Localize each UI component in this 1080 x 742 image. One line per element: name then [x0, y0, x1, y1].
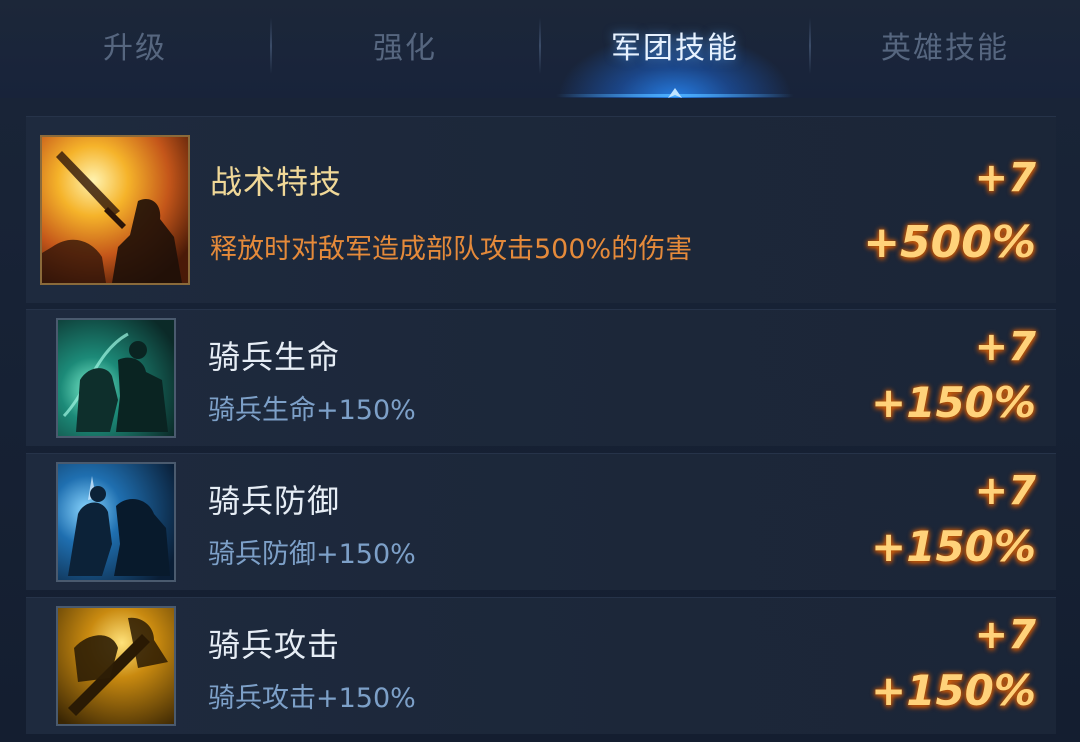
tab-upgrade[interactable]: 升级	[0, 0, 270, 98]
tab-bar: 升级 强化 军团技能 英雄技能	[0, 0, 1080, 98]
tab-enhance[interactable]: 强化	[270, 0, 540, 98]
skill-value-bonus: +150%	[871, 522, 1036, 571]
cavalry-defense-icon[interactable]	[56, 462, 176, 582]
skill-name: 骑兵生命	[208, 338, 341, 376]
tab-upgrade-label: 升级	[103, 31, 167, 66]
skill-description: 骑兵攻击+150%	[208, 683, 416, 714]
skill-description: 骑兵防御+150%	[208, 539, 416, 570]
tab-hero-skills-label: 英雄技能	[881, 31, 1009, 66]
skill-value-bonus: +500%	[863, 217, 1036, 268]
skill-description: 骑兵生命+150%	[208, 395, 416, 426]
skill-level-bonus: +7	[974, 324, 1036, 370]
tab-army-skills[interactable]: 军团技能	[540, 0, 810, 98]
tab-enhance-label: 强化	[373, 31, 437, 66]
skill-row-cavalry-defense[interactable]: 骑兵防御 骑兵防御+150% +7 +150%	[26, 453, 1056, 590]
tab-army-skills-label: 军团技能	[611, 31, 739, 66]
skill-description: 释放时对敌军造成部队攻击500%的伤害	[210, 234, 693, 265]
cavalry-health-icon[interactable]	[56, 318, 176, 438]
army-skills-panel: 升级 强化 军团技能 英雄技能 战术特技 释放时对敌军造成部队攻击500%的伤害…	[0, 0, 1080, 742]
skill-row-cavalry-health[interactable]: 骑兵生命 骑兵生命+150% +7 +150%	[26, 309, 1056, 446]
tab-hero-skills[interactable]: 英雄技能	[810, 0, 1080, 98]
skill-level-bonus: +7	[974, 468, 1036, 514]
skill-value-bonus: +150%	[871, 666, 1036, 715]
skill-row-cavalry-attack[interactable]: 骑兵攻击 骑兵攻击+150% +7 +150%	[26, 597, 1056, 734]
skill-row-tactical[interactable]: 战术特技 释放时对敌军造成部队攻击500%的伤害 +7 +500%	[26, 116, 1056, 303]
skill-name: 骑兵防御	[208, 482, 341, 520]
skill-name: 战术特技	[210, 163, 343, 201]
skill-value-bonus: +150%	[871, 378, 1036, 427]
skill-name: 骑兵攻击	[208, 626, 341, 664]
tactical-strike-icon[interactable]	[40, 135, 190, 285]
skill-level-bonus: +7	[974, 155, 1036, 201]
cavalry-attack-icon[interactable]	[56, 606, 176, 726]
skill-level-bonus: +7	[974, 612, 1036, 658]
